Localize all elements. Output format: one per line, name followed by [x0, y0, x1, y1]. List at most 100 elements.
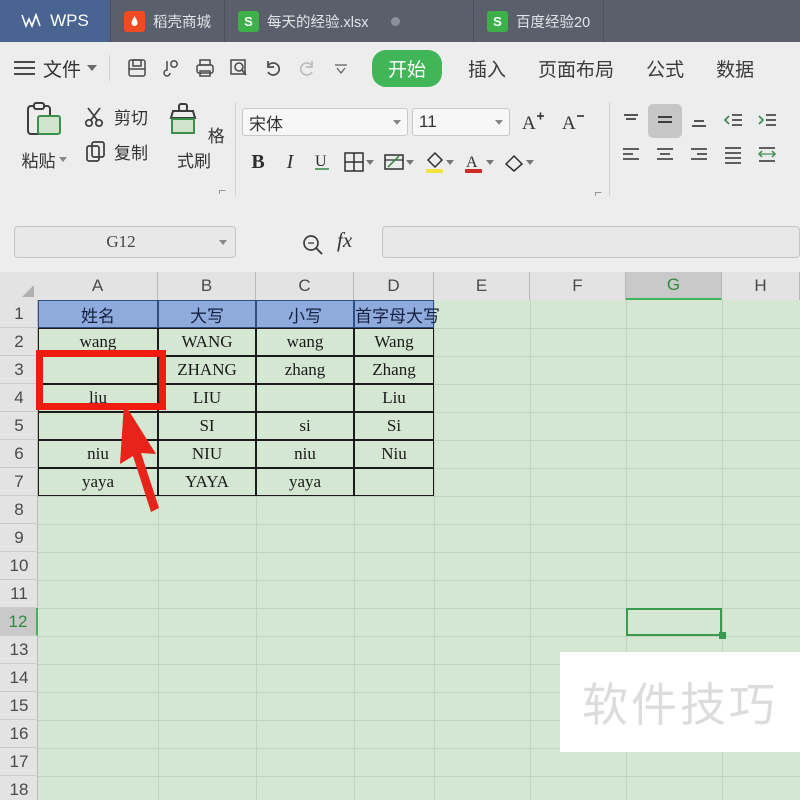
row-header-16[interactable]: 16 [0, 720, 38, 748]
merge-cells-button[interactable] [750, 138, 784, 172]
cell-C3[interactable]: zhang [256, 356, 354, 384]
cell-D5[interactable]: Si [354, 412, 434, 440]
font-size-input[interactable]: 11 [412, 108, 510, 136]
row-header-17[interactable]: 17 [0, 748, 38, 776]
align-left-button[interactable] [614, 138, 648, 172]
ribbon-tab-page-layout[interactable]: 页面布局 [532, 51, 620, 86]
bold-button[interactable]: B [242, 146, 274, 178]
column-header-F[interactable]: F [530, 272, 626, 300]
row-header-2[interactable]: 2 [0, 328, 38, 356]
chevron-down-icon[interactable] [495, 119, 503, 125]
fill-handle[interactable] [719, 632, 726, 639]
paste-button[interactable]: 粘贴 [8, 102, 80, 172]
row-header-8[interactable]: 8 [0, 496, 38, 524]
font-name-input[interactable]: 宋体 [242, 108, 408, 136]
cell-style-dropdown-icon[interactable] [406, 159, 414, 165]
cell-C6[interactable]: niu [256, 440, 354, 468]
ribbon-tab-data[interactable]: 数据 [710, 51, 760, 86]
column-header-A[interactable]: A [38, 272, 158, 300]
cell-B3[interactable]: ZHANG [158, 356, 256, 384]
row-header-13[interactable]: 13 [0, 636, 38, 664]
row-header-12[interactable]: 12 [0, 608, 38, 636]
chevron-down-icon[interactable] [219, 239, 227, 245]
doc-tab-baidu[interactable]: S 百度经验20 [474, 0, 605, 42]
output-pdf-icon[interactable] [156, 53, 186, 83]
customize-toolbar-icon[interactable] [326, 53, 356, 83]
ribbon-tab-formula[interactable]: 公式 [640, 51, 690, 86]
row-header-10[interactable]: 10 [0, 552, 38, 580]
cell-C1[interactable]: 小写 [256, 300, 354, 328]
cell-C2[interactable]: wang [256, 328, 354, 356]
copy-button[interactable]: 复制 [84, 139, 148, 164]
cell-C4[interactable] [256, 384, 354, 412]
clipboard-expand-icon[interactable]: ⌐ [218, 183, 226, 198]
italic-button[interactable]: I [274, 146, 306, 178]
cell-D7[interactable] [354, 468, 434, 496]
row-header-1[interactable]: 1 [0, 300, 38, 328]
file-menu-button[interactable]: 文件 [43, 55, 98, 82]
justify-button[interactable] [716, 138, 750, 172]
fx-label[interactable]: fx [337, 228, 352, 253]
cell-C5[interactable]: si [256, 412, 354, 440]
row-header-5[interactable]: 5 [0, 412, 38, 440]
column-header-G[interactable]: G [626, 272, 722, 300]
row-header-9[interactable]: 9 [0, 524, 38, 552]
cell-D2[interactable]: Wang [354, 328, 434, 356]
name-box[interactable]: G12 [14, 226, 236, 258]
row-header-15[interactable]: 15 [0, 692, 38, 720]
cut-button[interactable]: 剪切 [84, 104, 148, 129]
underline-button[interactable]: U [306, 146, 338, 178]
clear-format-dropdown-icon[interactable] [526, 159, 534, 165]
wps-home-button[interactable]: WPS [0, 0, 110, 42]
format-painter-button[interactable]: 格式刷 [156, 102, 232, 172]
align-middle-button[interactable] [648, 104, 682, 138]
increase-indent-button[interactable] [750, 104, 784, 138]
cell-D3[interactable]: Zhang [354, 356, 434, 384]
decrease-indent-button[interactable] [716, 104, 750, 138]
row-header-6[interactable]: 6 [0, 440, 38, 468]
cell-D6[interactable]: Niu [354, 440, 434, 468]
ribbon-tab-home[interactable]: 开始 [372, 49, 443, 87]
column-header-B[interactable]: B [158, 272, 256, 300]
doc-tab-store[interactable]: 稻壳商城 [110, 0, 225, 42]
align-center-button[interactable] [648, 138, 682, 172]
cell-D1[interactable]: 首字母大写 [354, 300, 440, 328]
print-preview-icon[interactable] [224, 53, 254, 83]
row-header-11[interactable]: 11 [0, 580, 38, 608]
select-all-corner[interactable] [0, 272, 39, 300]
hamburger-icon[interactable] [14, 60, 35, 76]
font-expand-icon[interactable]: ⌐ [594, 185, 602, 200]
row-header-14[interactable]: 14 [0, 664, 38, 692]
doc-tab-active-workbook[interactable]: S 每天的经验.xlsx [225, 0, 474, 42]
row-header-4[interactable]: 4 [0, 384, 38, 412]
ribbon-tab-insert[interactable]: 插入 [462, 51, 512, 86]
cell-B2[interactable]: WANG [158, 328, 256, 356]
borders-dropdown-icon[interactable] [366, 159, 374, 165]
column-header-D[interactable]: D [354, 272, 434, 300]
column-header-H[interactable]: H [722, 272, 800, 300]
cell-A1[interactable]: 姓名 [38, 300, 158, 328]
align-bottom-button[interactable] [682, 104, 716, 138]
decrease-font-size-icon[interactable]: A [562, 110, 586, 140]
row-header-3[interactable]: 3 [0, 356, 38, 384]
search-function-icon[interactable] [300, 232, 326, 263]
font-format-row: B I U A [242, 146, 538, 178]
column-header-E[interactable]: E [434, 272, 530, 300]
align-right-button[interactable] [682, 138, 716, 172]
fill-color-dropdown-icon[interactable] [446, 159, 454, 165]
cell-B1[interactable]: 大写 [158, 300, 256, 328]
print-icon[interactable] [190, 53, 220, 83]
cell-C7[interactable]: yaya [256, 468, 354, 496]
increase-font-size-icon[interactable]: A [522, 110, 546, 140]
save-icon[interactable] [122, 53, 152, 83]
active-cell-selection[interactable] [626, 608, 722, 636]
row-header-18[interactable]: 18 [0, 776, 38, 800]
chevron-down-icon[interactable] [393, 119, 401, 125]
font-color-dropdown-icon[interactable] [486, 159, 494, 165]
align-top-button[interactable] [614, 104, 648, 138]
formula-input[interactable] [382, 226, 800, 258]
column-header-C[interactable]: C [256, 272, 354, 300]
undo-icon[interactable] [258, 53, 288, 83]
cell-D4[interactable]: Liu [354, 384, 434, 412]
row-header-7[interactable]: 7 [0, 468, 38, 496]
